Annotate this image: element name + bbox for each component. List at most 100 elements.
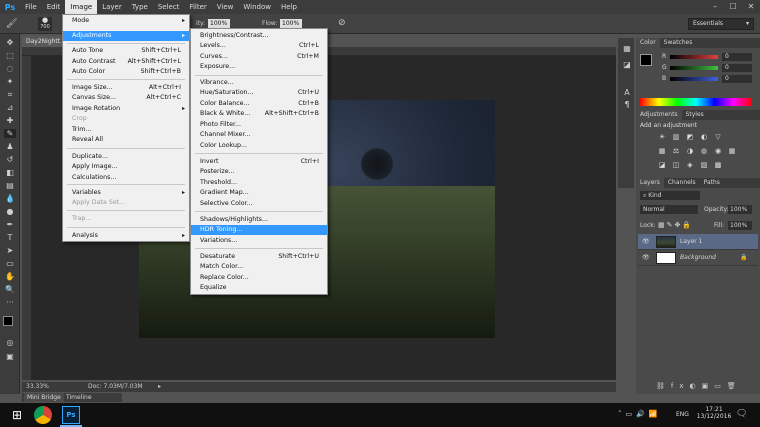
- menu-item-channel-mixer[interactable]: Channel Mixer...: [191, 130, 327, 140]
- menu-item-photo-filter[interactable]: Photo Filter...: [191, 120, 327, 130]
- menu-type[interactable]: Type: [127, 0, 153, 14]
- gradient-map-adjustment-icon[interactable]: ▨: [700, 161, 708, 169]
- menu-item-shadows-highlights[interactable]: Shadows/Highlights...: [191, 215, 327, 225]
- blend-mode-select[interactable]: Normal: [640, 205, 698, 214]
- menu-item-crop[interactable]: Crop: [63, 114, 189, 124]
- posterize-adjustment-icon[interactable]: ◫: [672, 161, 680, 169]
- layer-opacity-field[interactable]: 100%: [728, 205, 752, 214]
- zoom-tool-icon[interactable]: 🔍: [4, 285, 16, 294]
- windows-start-icon[interactable]: ⊞: [8, 406, 26, 424]
- brush-tool-icon[interactable]: 🖌: [6, 18, 18, 30]
- lasso-tool-icon[interactable]: ◌: [4, 64, 16, 73]
- menu-item-calculations[interactable]: Calculations...: [63, 173, 189, 183]
- channel-slider[interactable]: [670, 55, 718, 59]
- hue-adjustment-icon[interactable]: ▦: [658, 147, 666, 155]
- menu-item-color-balance[interactable]: Color Balance... Ctrl+B: [191, 99, 327, 109]
- eye-icon[interactable]: 👁: [642, 250, 650, 266]
- menu-item-trim[interactable]: Trim...: [63, 125, 189, 135]
- status-arrow-icon[interactable]: ▸: [158, 382, 161, 392]
- tablet-pressure-icon[interactable]: ⊘: [338, 18, 346, 28]
- eraser-tool-icon[interactable]: ◧: [4, 168, 16, 177]
- move-tool-icon[interactable]: ✥: [4, 38, 16, 47]
- marquee-tool-icon[interactable]: ⬚: [4, 51, 16, 60]
- menu-item-invert[interactable]: Invert Ctrl+I: [191, 157, 327, 167]
- menu-item-auto-contrast[interactable]: Auto Contrast Alt+Shift+Ctrl+L: [63, 57, 189, 67]
- balance-adjustment-icon[interactable]: ⚖: [672, 147, 680, 155]
- notifications-icon[interactable]: 🗨: [736, 409, 747, 419]
- type-tool-icon[interactable]: T: [4, 233, 16, 242]
- channel-value[interactable]: 0: [722, 53, 752, 61]
- vibrance-adjustment-icon[interactable]: ▽: [714, 133, 722, 141]
- blur-tool-icon[interactable]: 💧: [4, 194, 16, 203]
- menu-item-exposure[interactable]: Exposure...: [191, 62, 327, 72]
- menu-item-image-rotation[interactable]: Image Rotation ▸: [63, 104, 189, 114]
- menu-item-desaturate[interactable]: Desaturate Shift+Ctrl+U: [191, 252, 327, 262]
- tab-layers[interactable]: Layers: [636, 178, 664, 188]
- menu-item-hue-saturation[interactable]: Hue/Saturation... Ctrl+U: [191, 88, 327, 98]
- tab-channels[interactable]: Channels: [664, 179, 700, 186]
- menu-item-variables[interactable]: Variables ▸: [63, 188, 189, 198]
- menu-item-analysis[interactable]: Analysis ▸: [63, 231, 189, 241]
- close-icon[interactable]: ✕: [742, 0, 760, 14]
- extra-tools-icon[interactable]: ···: [4, 298, 16, 307]
- exposure-adjustment-icon[interactable]: ◐: [700, 133, 708, 141]
- healing-brush-icon[interactable]: ✚: [4, 116, 16, 125]
- menu-item-color-lookup[interactable]: Color Lookup...: [191, 141, 327, 151]
- menu-help[interactable]: Help: [276, 0, 302, 14]
- layer-row[interactable]: 👁 Layer 1: [638, 234, 758, 250]
- menu-layer[interactable]: Layer: [97, 0, 127, 14]
- language-indicator[interactable]: ENG: [676, 411, 689, 418]
- channel-value[interactable]: 0: [722, 64, 752, 72]
- character-icon[interactable]: A: [621, 88, 633, 97]
- levels-adjustment-icon[interactable]: ▥: [672, 133, 680, 141]
- menu-item-apply-data-set[interactable]: Apply Data Set...: [63, 198, 189, 208]
- menu-item-vibrance[interactable]: Vibrance...: [191, 78, 327, 88]
- gradient-tool-icon[interactable]: ▤: [4, 181, 16, 190]
- menu-item-hdr-toning[interactable]: HDR Toning...: [191, 225, 327, 235]
- paragraph-icon[interactable]: ¶: [621, 100, 633, 109]
- menu-item-duplicate[interactable]: Duplicate...: [63, 152, 189, 162]
- mixer-adjustment-icon[interactable]: ◉: [714, 147, 722, 155]
- bw-adjustment-icon[interactable]: ◑: [686, 147, 694, 155]
- tab-adjustments[interactable]: Adjustments: [636, 110, 682, 120]
- maximize-icon[interactable]: ☐: [724, 0, 742, 14]
- menu-item-curves[interactable]: Curves... Ctrl+M: [191, 52, 327, 62]
- curves-adjustment-icon[interactable]: ◩: [686, 133, 694, 141]
- tab-timeline[interactable]: Timeline: [66, 393, 92, 402]
- menu-item-adjustments[interactable]: Adjustments ▸: [63, 31, 189, 41]
- layer-row[interactable]: 👁 Background 🔒: [638, 250, 758, 266]
- menu-item-replace-color[interactable]: Replace Color...: [191, 273, 327, 283]
- photoshop-taskbar-icon[interactable]: Ps: [62, 406, 80, 424]
- menu-filter[interactable]: Filter: [184, 0, 211, 14]
- menu-item-black-white[interactable]: Black & White... Alt+Shift+Ctrl+B: [191, 109, 327, 119]
- screen-mode-icon[interactable]: ▣: [4, 352, 16, 361]
- hand-tool-icon[interactable]: ✋: [4, 272, 16, 281]
- menu-item-mode[interactable]: Mode ▸: [63, 16, 189, 26]
- quick-mask-icon[interactable]: ◎: [4, 338, 16, 347]
- menu-item-match-color[interactable]: Match Color...: [191, 262, 327, 272]
- tab-mini-bridge[interactable]: Mini Bridge: [24, 393, 64, 402]
- zoom-level[interactable]: 33.33%: [26, 382, 49, 392]
- clone-stamp-icon[interactable]: ♟: [4, 142, 16, 151]
- tab-paths[interactable]: Paths: [700, 179, 724, 186]
- tray-icons[interactable]: ˄▭🔊📶: [618, 410, 662, 418]
- chrome-icon[interactable]: [34, 406, 52, 424]
- brightness-adjustment-icon[interactable]: ☀: [658, 133, 666, 141]
- magic-wand-icon[interactable]: ✦: [4, 77, 16, 86]
- menu-select[interactable]: Select: [153, 0, 185, 14]
- tab-styles[interactable]: Styles: [682, 111, 708, 118]
- history-icon[interactable]: ▦: [621, 44, 633, 53]
- selective-adjustment-icon[interactable]: ▩: [714, 161, 722, 169]
- menu-item-canvas-size[interactable]: Canvas Size... Alt+Ctrl+C: [63, 93, 189, 103]
- menu-item-brightness-contrast[interactable]: Brightness/Contrast...: [191, 31, 327, 41]
- channel-r[interactable]: R0: [662, 53, 754, 61]
- menu-item-posterize[interactable]: Posterize...: [191, 167, 327, 177]
- minimize-icon[interactable]: –: [706, 0, 724, 14]
- brush-tool-icon[interactable]: ✎: [4, 129, 16, 138]
- lock-icons[interactable]: ▦✎✥🔒: [658, 221, 693, 229]
- shape-tool-icon[interactable]: ▭: [4, 259, 16, 268]
- dodge-tool-icon[interactable]: ●: [4, 207, 16, 216]
- properties-icon[interactable]: ◪: [621, 60, 633, 69]
- menu-item-threshold[interactable]: Threshold...: [191, 178, 327, 188]
- channel-b[interactable]: B0: [662, 75, 754, 83]
